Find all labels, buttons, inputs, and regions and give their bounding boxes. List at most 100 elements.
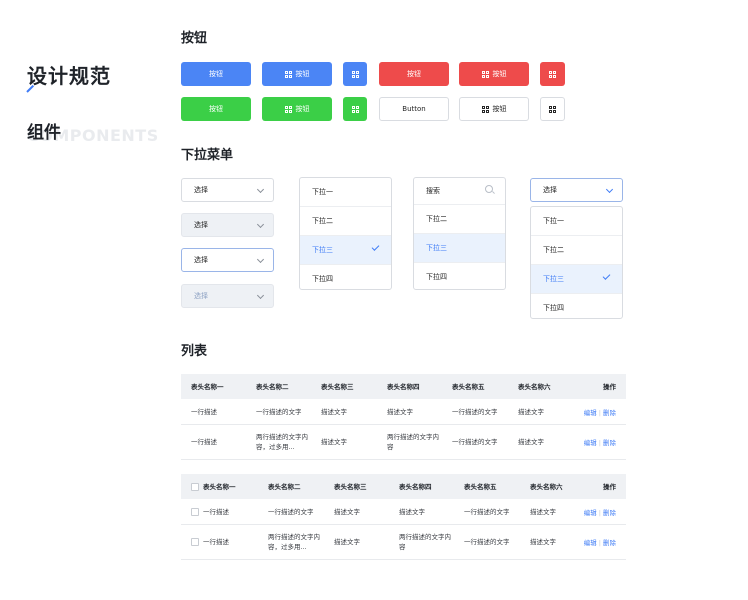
select-all-checkbox[interactable]	[191, 482, 199, 491]
row-actions: 编辑 | 删除	[583, 508, 616, 517]
table-cell: 一行描述	[203, 507, 229, 516]
column-header: 操作	[603, 482, 616, 491]
table-cell: 描述文字	[321, 407, 347, 416]
column-header: 表头名称二	[256, 382, 289, 391]
button-label: Button	[402, 105, 426, 113]
select-focused[interactable]: 选择	[181, 248, 274, 272]
table-cell: 一行描述的文字	[452, 407, 498, 416]
chevron-down-icon	[605, 185, 614, 194]
column-header: 表头名称六	[530, 482, 563, 491]
column-header: 表头名称四	[387, 382, 420, 391]
success-icon-only-button[interactable]	[343, 97, 367, 121]
table-cell: 两行描述的文字内容	[387, 433, 439, 451]
dropdowns-section-title: 下拉菜单	[181, 148, 234, 163]
button-label: 按钮	[492, 70, 507, 78]
delete-link[interactable]: 删除	[603, 509, 616, 517]
table-cell: 描述文字	[399, 507, 425, 516]
column-header: 表头名称三	[321, 382, 354, 391]
delete-link[interactable]: 删除	[603, 439, 616, 447]
table-cell: 一行描述	[203, 538, 229, 546]
option-label: 下拉三	[312, 246, 333, 254]
danger-button[interactable]: 按钮	[379, 62, 449, 86]
option-label: 下拉二	[426, 215, 447, 223]
option-label: 下拉四	[312, 275, 333, 283]
option-label: 下拉一	[543, 217, 564, 225]
edit-link[interactable]: 编辑	[584, 539, 597, 547]
table-cell: 两行描述的文字内容，过多用...	[256, 433, 308, 451]
search-input[interactable]: 搜索	[414, 178, 505, 204]
select-label: 选择	[194, 292, 208, 300]
dropdown-option[interactable]: 下拉二	[300, 206, 391, 235]
option-label: 下拉二	[312, 217, 333, 225]
search-placeholder: 搜索	[426, 187, 440, 195]
dropdown-option-selected[interactable]: 下拉三	[414, 233, 505, 262]
column-header: 表头名称一	[191, 382, 224, 391]
default-icon-button[interactable]: 按钮	[459, 97, 529, 121]
button-label: 按钮	[295, 105, 310, 113]
check-icon	[371, 243, 380, 251]
select-options-panel: 下拉一 下拉二 下拉三 下拉四	[530, 206, 623, 319]
select-open[interactable]: 选择	[530, 178, 623, 202]
chevron-down-icon	[256, 291, 265, 300]
table-cell: 一行描述的文字	[452, 438, 498, 446]
danger-icon-only-button[interactable]	[540, 62, 565, 86]
chevron-down-icon	[256, 255, 265, 264]
primary-button[interactable]: 按钮	[181, 62, 251, 86]
dropdown-option[interactable]: 下拉一	[300, 178, 391, 206]
success-icon-button[interactable]: 按钮	[262, 97, 332, 121]
dropdown-option[interactable]: 下拉四	[300, 264, 391, 289]
table-cell: 描述文字	[518, 407, 544, 416]
dropdown-option[interactable]: 下拉一	[531, 207, 622, 235]
table-cell: 两行描述的文字内容，过多用...	[268, 533, 320, 551]
select-default[interactable]: 选择	[181, 178, 274, 202]
select-disabled: 选择	[181, 284, 274, 308]
table-row: 一行描述 一行描述的文字 描述文字 描述文字 一行描述的文字 描述文字 编辑 | 删…	[181, 399, 626, 425]
grid-icon	[351, 105, 359, 113]
select-filled[interactable]: 选择	[181, 213, 274, 237]
chevron-down-icon	[256, 185, 265, 194]
edit-link[interactable]: 编辑	[584, 439, 597, 447]
dropdown-option[interactable]: 下拉二	[414, 204, 505, 233]
edit-link[interactable]: 编辑	[584, 409, 597, 417]
search-icon[interactable]	[485, 185, 493, 193]
grid-icon	[549, 105, 556, 113]
option-label: 下拉四	[543, 304, 564, 312]
table-cell: 描述文字	[334, 507, 360, 516]
row-checkbox[interactable]	[191, 538, 199, 546]
button-label: 按钮	[407, 70, 421, 78]
column-header: 表头名称三	[334, 482, 367, 491]
success-button[interactable]: 按钮	[181, 97, 251, 121]
delete-link[interactable]: 删除	[603, 409, 616, 417]
select-label: 选择	[194, 186, 208, 194]
dropdown-option-selected[interactable]: 下拉三	[300, 235, 391, 264]
row-actions: 编辑 | 删除	[583, 539, 616, 547]
dropdown-option[interactable]: 下拉四	[531, 293, 622, 318]
column-header: 表头名称四	[399, 482, 432, 491]
primary-icon-only-button[interactable]	[343, 62, 367, 86]
column-header: 表头名称五	[464, 482, 497, 491]
chevron-down-icon	[256, 220, 265, 229]
row-actions: 编辑 | 删除	[583, 439, 616, 447]
primary-icon-button[interactable]: 按钮	[262, 62, 332, 86]
dropdown-list: 下拉一 下拉二 下拉三 下拉四	[299, 177, 392, 290]
danger-icon-button[interactable]: 按钮	[459, 62, 529, 86]
dropdown-option-selected[interactable]: 下拉三	[531, 264, 622, 293]
dropdown-option[interactable]: 下拉四	[414, 262, 505, 289]
select-label: 选择	[543, 186, 557, 194]
table-cell: 描述文字	[334, 538, 360, 546]
table-cell: 描述文字	[518, 438, 544, 446]
option-label: 下拉二	[543, 246, 564, 254]
default-button[interactable]: Button	[379, 97, 449, 121]
select-label: 选择	[194, 221, 208, 229]
table-cell: 两行描述的文字内容	[399, 533, 451, 551]
delete-link[interactable]: 删除	[603, 539, 616, 547]
buttons-section-title: 按钮	[181, 31, 208, 46]
default-icon-only-button[interactable]	[540, 97, 565, 121]
button-label: 按钮	[209, 105, 223, 113]
table-header: 表头名称一 表头名称二 表头名称三 表头名称四 表头名称五 表头名称六 操作	[181, 374, 626, 399]
row-checkbox[interactable]	[191, 507, 199, 516]
dropdown-option[interactable]: 下拉二	[531, 235, 622, 264]
table-cell: 描述文字	[530, 538, 556, 546]
edit-link[interactable]: 编辑	[584, 509, 597, 517]
table-row: 一行描述 两行描述的文字内容，过多用... 描述文字 两行描述的文字内容 一行描…	[181, 525, 626, 560]
